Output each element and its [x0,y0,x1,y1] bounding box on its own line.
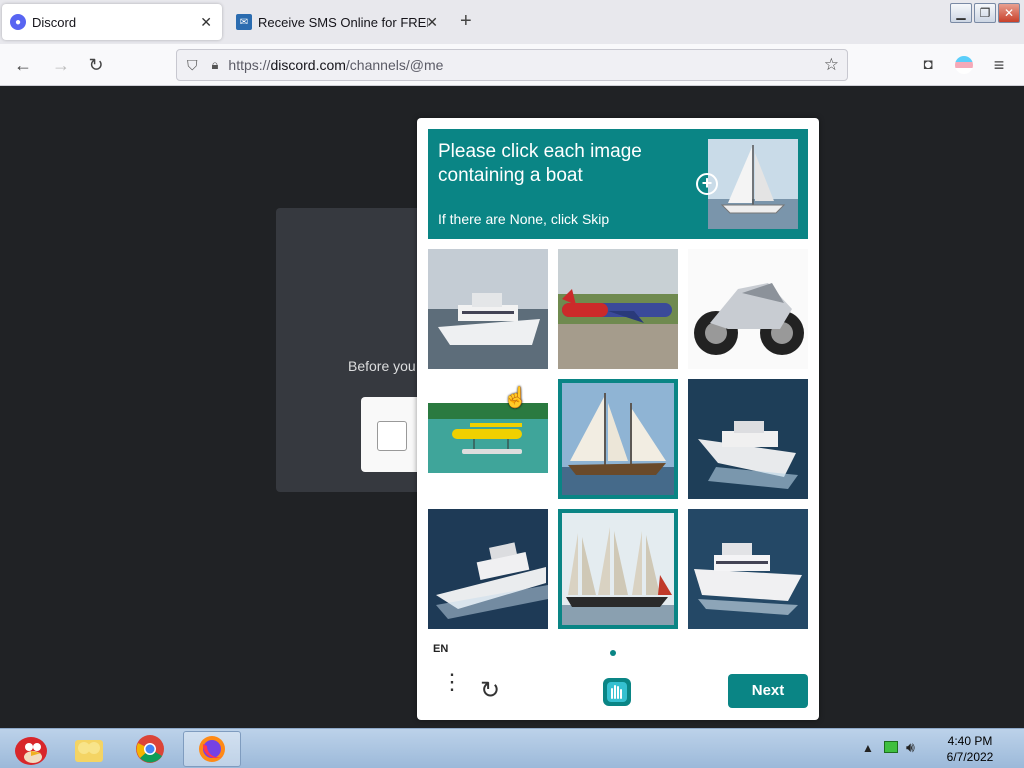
captcha-subtitle: If there are None, click Skip [438,211,610,227]
clock[interactable]: 4:40 PM 6/7/2022 [935,733,1005,765]
captcha-tile-selected[interactable] [558,509,678,629]
captcha-dialog: Please click each image containing a boa… [417,118,819,720]
page-indicator-dot [610,650,616,656]
taskbar: ▲ 🔊︎ 4:40 PM 6/7/2022 [0,728,1024,768]
captcha-checkbox[interactable] [377,421,407,451]
url-host: discord.com [270,57,346,73]
lock-icon: 🔒︎ [211,57,219,72]
volume-icon[interactable]: 🔊︎ [906,739,915,756]
nav-bar: ← → ↻ ⛉ 🔒︎ https://discord.com/channels/… [0,44,1024,86]
url-scheme: https:// [228,57,271,73]
hand-cursor-icon: ☝ [503,387,528,409]
refresh-icon[interactable]: ↻ [477,678,503,704]
tab-title: Discord [32,14,77,30]
tab-discord[interactable]: ● Discord ✕ [2,4,222,40]
account-avatar-icon[interactable] [955,56,973,74]
url-path: /channels/@me [345,57,444,73]
restore-icon[interactable]: ❐ [974,3,996,23]
captcha-tile[interactable] [428,249,548,369]
close-icon[interactable]: ✕ [200,14,212,31]
shield-icon: ⛉ [187,56,198,73]
captcha-tile[interactable] [558,249,678,369]
captcha-prompt: Please click each image containing a boa… [428,129,808,239]
folder-icon[interactable] [60,731,118,767]
close-icon[interactable]: ✕ [426,14,438,31]
captcha-title: Please click each image containing a boa… [438,141,642,186]
captcha-tile[interactable] [428,379,548,499]
firefox-icon[interactable] [183,731,241,767]
tab-title: Receive SMS Online for FREE [258,14,428,30]
hcaptcha-logo-icon[interactable] [601,676,633,708]
back-icon[interactable]: ← [12,54,34,76]
tab-bar: ● Discord ✕ ✉ Receive SMS Online for FRE… [0,0,1024,44]
auth-text: Before you [348,358,416,374]
url-bar[interactable]: ⛉ 🔒︎ https://discord.com/channels/@me ☆ [176,49,848,81]
example-sailboat-image[interactable] [708,139,798,229]
tab-sms[interactable]: ✉ Receive SMS Online for FREE ✕ [228,4,448,40]
network-icon[interactable] [884,741,898,753]
forward-icon[interactable]: → [50,54,72,76]
discord-icon: ● [10,14,26,30]
sms-site-icon: ✉ [236,14,252,30]
clock-date: 6/7/2022 [946,750,994,764]
captcha-tile[interactable] [428,509,548,629]
angry-birds-icon[interactable] [0,731,58,767]
bookmark-star-icon[interactable]: ☆ [824,55,839,75]
captcha-tile[interactable] [688,249,808,369]
clock-time: 4:40 PM [947,734,993,748]
zoom-plus-icon[interactable]: + [696,173,718,195]
pocket-icon[interactable]: ◘ [917,54,939,76]
captcha-tile-selected[interactable] [558,379,678,499]
reload-icon[interactable]: ↻ [85,54,107,76]
captcha-tile[interactable] [688,379,808,499]
chrome-icon[interactable] [121,731,179,767]
language-selector[interactable]: EN [433,643,448,655]
menu-icon[interactable]: ≡ [988,54,1010,76]
captcha-tile[interactable] [688,509,808,629]
tray-expand-icon[interactable]: ▲ [862,741,874,755]
more-options-icon[interactable]: ⋮ [441,671,463,702]
minimize-icon[interactable]: ▁ [950,3,972,23]
next-button[interactable]: Next [728,674,808,708]
new-tab-button[interactable]: + [460,10,472,33]
close-window-icon[interactable]: ✕ [998,3,1020,23]
